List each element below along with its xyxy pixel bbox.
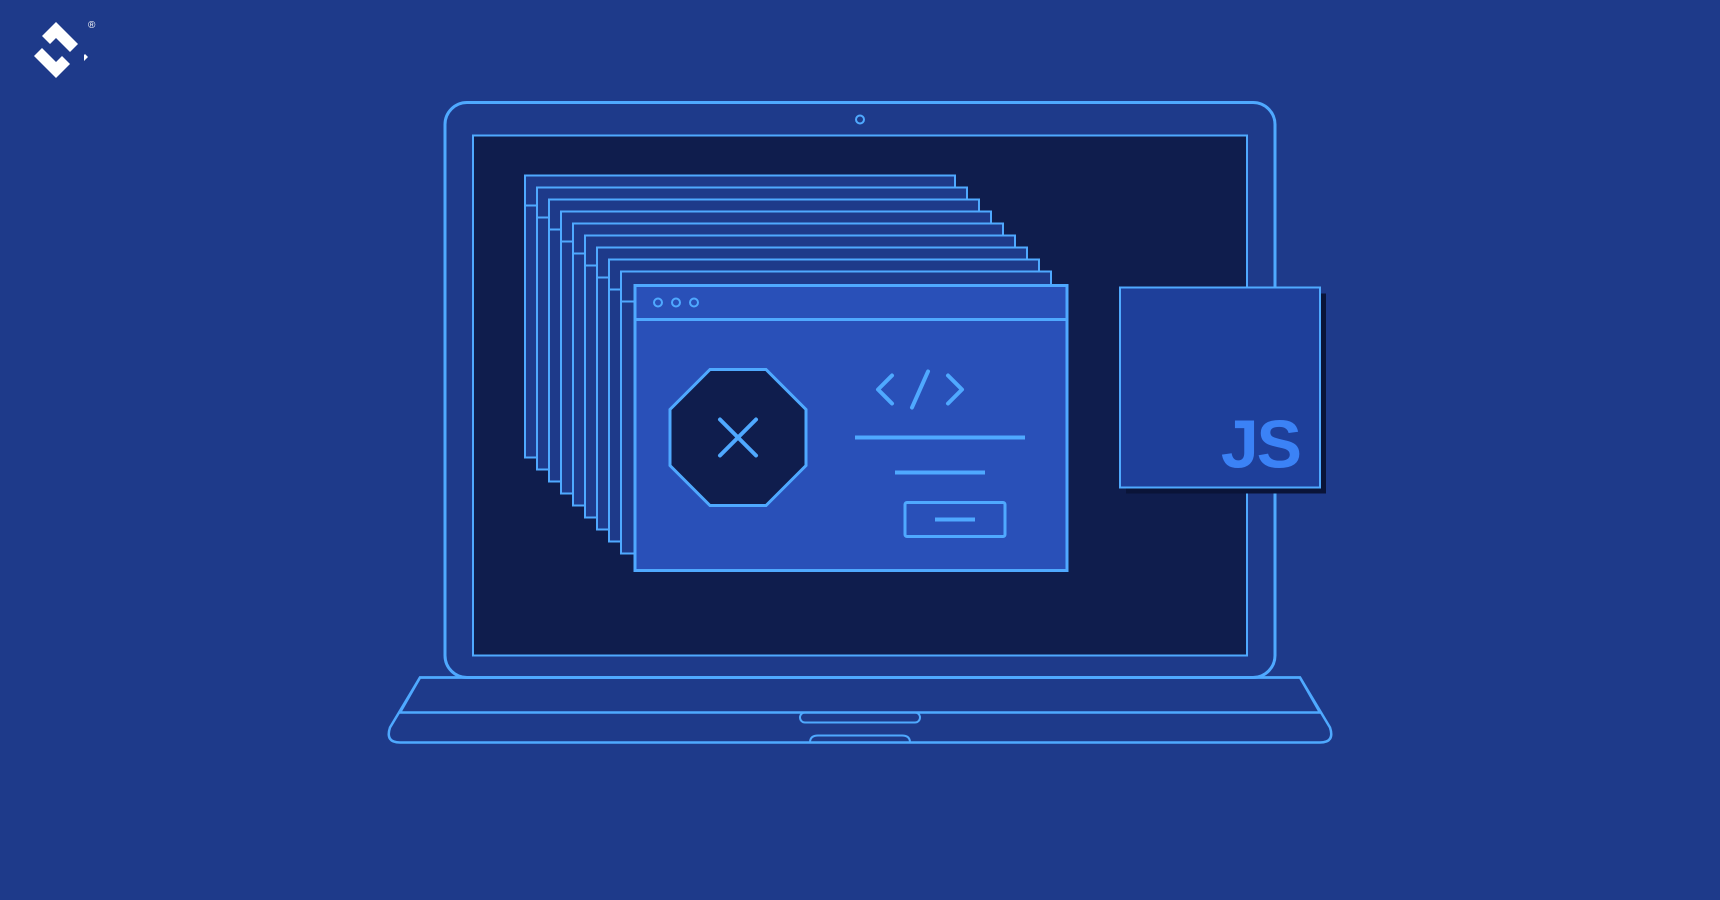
js-badge-text: JS: [1221, 407, 1300, 483]
front-window: [635, 286, 1067, 571]
registered-mark: ®: [88, 20, 95, 31]
laptop-base: [389, 678, 1332, 743]
error-octagon-icon: [670, 370, 806, 506]
js-badge: JS: [1120, 288, 1326, 494]
laptop-illustration: JS: [360, 88, 1360, 813]
toptal-logo-icon: [28, 18, 84, 87]
